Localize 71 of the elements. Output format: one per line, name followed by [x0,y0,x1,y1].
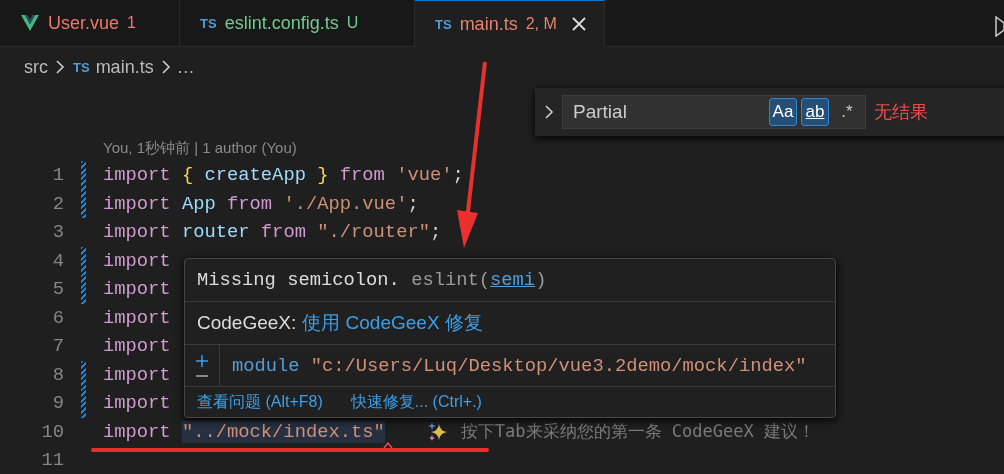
fix-link[interactable]: 使用 CodeGeeX 修复 [302,310,483,336]
chevron-right-icon [54,59,65,75]
code-token: createApp [204,164,306,187]
code-token: import [103,192,171,215]
tab-status: 1 [127,14,136,32]
file-type-label: TS [73,59,90,75]
rule-link[interactable]: semi [490,269,536,291]
line-number: 9 [51,392,64,415]
code-token: 'vue' [396,164,453,187]
chevron-right-icon[interactable] [543,104,554,120]
file-type-label: TS [435,16,452,32]
code-token: from [339,164,385,187]
chevron-right-icon [159,59,171,75]
expand-collapse-icon [194,353,210,378]
breadcrumb-item[interactable]: … [176,56,195,78]
line-number: 5 [51,278,64,301]
line-number: 7 [51,335,64,358]
code-token: "c:/Users/Luq/Desktop/vue3.2demo/mock/index" [310,354,807,377]
line-number: 10 [40,420,64,443]
action-link[interactable]: 查看问题 (Alt+F8) [197,391,323,413]
code-token: ; [452,164,464,187]
code-token: } [317,164,329,187]
tab-label: eslint.config.ts [224,12,339,34]
code-token: import [103,221,171,244]
line-number: 1 [51,164,64,187]
breadcrumb-item[interactable]: main.ts [95,56,154,78]
code-token: import [103,278,171,301]
tab-label: main.ts [459,13,518,35]
code-token: import [103,363,171,386]
code-token: from [227,192,273,215]
editor-tab[interactable]: TS main.ts 2, M [415,0,605,47]
code-token: { [181,164,194,187]
code-token: module [232,354,300,377]
action-link[interactable]: 快速修复... (Ctrl+.) [350,391,482,413]
v-shape-icon [20,13,40,33]
breadcrumb-item[interactable]: src [24,56,48,78]
code-token: import [103,335,171,358]
hover-message: Missing semicolon. eslint(semi) [197,269,547,291]
code-token: import [103,392,171,415]
error-squiggle [382,441,393,449]
inline-suggestion-hint: 按下Tab来采纳您的第一条 CodeGeeX 建议！ [460,420,815,444]
code-token: ; [407,192,419,215]
code-token: App [181,192,216,215]
line-number: 3 [51,221,64,244]
toggle-button[interactable]: ab [801,98,829,126]
fix-label: CodeGeeX: [197,312,297,334]
code-token: ; [429,221,442,244]
close-icon[interactable] [570,16,587,32]
code-token: "./router" [317,221,430,244]
code-token: './App.vue' [283,192,408,215]
line-number: 4 [51,249,64,272]
toggle-button[interactable]: Aa [769,98,797,126]
line-number: 6 [51,306,64,329]
result-text: 无结果 [874,101,928,124]
code-token: import [103,306,171,329]
play-icon[interactable] [995,16,1004,37]
tab-status: 2, M [525,15,557,33]
file-type-label: TS [200,15,217,31]
code-token: import [103,164,171,187]
toggle-button[interactable]: .* [833,98,861,126]
tab-status: U [346,14,359,32]
find-input[interactable]: Partial Aa ab .* [562,95,866,129]
code-token: from [260,221,306,244]
line-number: 11 [40,449,64,472]
code-token: import [103,249,171,272]
code-token: import [103,420,171,443]
code-token: router [181,221,250,244]
tab-label: User.vue [48,12,120,34]
blame-annotation: You, 1秒钟前 | 1 author (You) [103,139,297,158]
line-number: 2 [51,192,64,215]
line-number: 8 [51,363,64,386]
